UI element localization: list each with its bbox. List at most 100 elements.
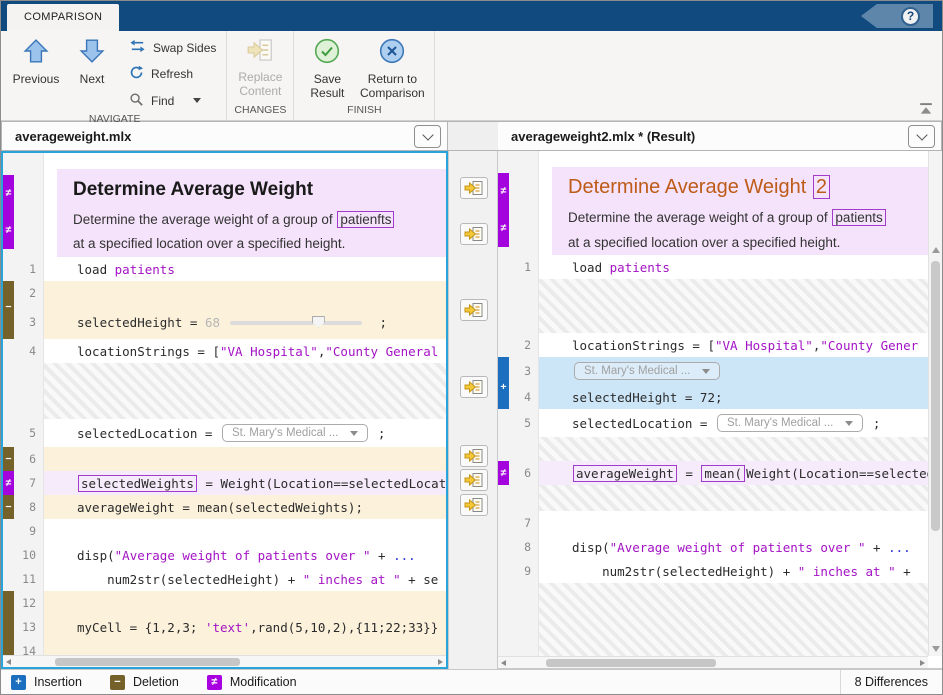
code-line[interactable]: 9	[3, 519, 446, 543]
diff-mark: −	[5, 502, 11, 513]
right-panel-menu-button[interactable]	[908, 125, 935, 148]
scrollbar-thumb[interactable]	[931, 261, 940, 531]
line-number: 5	[14, 419, 44, 447]
markdown-section[interactable]: ≠≠Determine Average WeightDetermine the …	[3, 169, 446, 257]
code-line[interactable]: 12	[3, 591, 446, 615]
code-line[interactable]: 4selectedHeight = 72;	[498, 385, 928, 409]
hatched-gap	[539, 485, 928, 511]
document-paragraph: at a specified location over a specified…	[568, 233, 912, 253]
code-line[interactable]: −8averageWeight = mean(selectedWeights);	[3, 495, 446, 519]
code-line[interactable]: 2locationStrings = ["VA Hospital","Count…	[498, 333, 928, 357]
line-number: 7	[509, 511, 539, 535]
help-icon: ?	[901, 7, 920, 26]
diff-mark-strip	[498, 279, 509, 333]
comparison-window: COMPARISON ? Previous Next	[0, 0, 943, 695]
line-number: 13	[14, 615, 44, 639]
diff-mark-strip	[3, 639, 14, 655]
diff-mark-strip	[3, 419, 14, 447]
code-line[interactable]: 10disp("Average weight of patients over …	[3, 543, 446, 567]
collapse-ribbon-button[interactable]	[919, 102, 933, 114]
statusbar: + Insertion − Deletion ≠ Modification 8 …	[1, 669, 942, 694]
code-text: "Average weight of patients over "	[610, 540, 866, 555]
code-line[interactable]: 9 num2str(selectedHeight) + " inches at …	[498, 559, 928, 583]
merge-change-button[interactable]	[460, 445, 488, 467]
merge-change-button[interactable]	[460, 223, 488, 245]
diff-mark-strip	[498, 409, 509, 437]
previous-button[interactable]: Previous	[8, 31, 64, 87]
code-line[interactable]: ≠6averageWeight = mean(Weight(Location==…	[498, 461, 928, 485]
comparison-area: ≠≠Determine Average WeightDetermine the …	[1, 151, 942, 669]
scroll-right-arrow-icon[interactable]	[438, 659, 443, 665]
find-dropdown-caret-icon[interactable]	[193, 98, 201, 103]
scroll-down-arrow-icon[interactable]	[932, 646, 940, 652]
code-line[interactable]: 5selectedLocation = St. Mary's Medical .…	[3, 419, 446, 447]
height-slider[interactable]	[230, 315, 362, 330]
hatched-gap	[539, 437, 928, 461]
horizontal-scrollbar[interactable]	[498, 656, 928, 668]
return-to-comparison-button[interactable]: Return to Comparison	[355, 31, 429, 100]
swap-sides-label: Swap Sides	[153, 41, 216, 55]
vertical-scrollbar[interactable]	[928, 151, 942, 656]
merge-change-button[interactable]	[460, 469, 488, 491]
markdown-section[interactable]: ≠≠Determine Average Weight 2Determine th…	[498, 167, 928, 255]
code-line[interactable]: −2	[3, 281, 446, 305]
location-dropdown[interactable]: St. Mary's Medical ...	[574, 362, 720, 380]
line-number	[509, 437, 539, 461]
scrollbar-thumb[interactable]	[55, 658, 240, 666]
code-line[interactable]: −6	[3, 447, 446, 471]
code-line[interactable]: +3St. Mary's Medical ...	[498, 357, 928, 385]
help-button[interactable]: ?	[861, 4, 933, 28]
code-line[interactable]: 13myCell = {1,2,3; 'text',rand(5,10,2),{…	[3, 615, 446, 639]
code-line[interactable]: ≠7selectedWeights = Weight(Location==sel…	[3, 471, 446, 495]
replace-content-icon	[247, 38, 273, 66]
location-dropdown[interactable]: St. Mary's Medical ...	[222, 424, 368, 442]
diff-mark-strip	[498, 511, 509, 535]
line-number: 8	[14, 495, 44, 519]
code-line[interactable]: 1load patients	[3, 257, 446, 281]
scroll-right-arrow-icon[interactable]	[920, 660, 925, 666]
save-result-button[interactable]: Save Result	[299, 31, 355, 100]
merge-change-button[interactable]	[460, 177, 488, 199]
left-panel-menu-button[interactable]	[414, 125, 441, 148]
line-number	[14, 153, 44, 169]
scroll-left-arrow-icon[interactable]	[501, 660, 506, 666]
line-number: 10	[14, 543, 44, 567]
scroll-up-arrow-icon[interactable]	[932, 247, 940, 253]
merge-change-button[interactable]	[460, 494, 488, 516]
merge-change-button[interactable]	[460, 299, 488, 321]
swap-sides-button[interactable]: Swap Sides	[126, 37, 219, 58]
horizontal-scrollbar[interactable]	[3, 655, 446, 667]
tab-comparison[interactable]: COMPARISON	[7, 4, 119, 31]
location-dropdown[interactable]: St. Mary's Medical ...	[717, 414, 863, 432]
code-line[interactable]: 5selectedLocation = St. Mary's Medical .…	[498, 409, 928, 437]
diff-mark: ≠	[6, 225, 12, 236]
code-text: at a specified location over a specified…	[568, 235, 840, 250]
arrow-down-icon	[79, 38, 105, 68]
line-content: disp("Average weight of patients over " …	[539, 535, 928, 559]
code-line[interactable]: 4locationStrings = ["VA Hospital","Count…	[3, 339, 446, 363]
refresh-button[interactable]: Refresh	[126, 64, 219, 85]
code-text: ;	[370, 426, 385, 441]
line-number	[509, 151, 539, 167]
diff-mark-strip	[498, 485, 509, 511]
replace-content-button[interactable]: Replace Content	[232, 31, 288, 98]
alignment-gap	[498, 583, 928, 656]
line-number: 7	[14, 471, 44, 495]
save-result-label: Save Result	[299, 73, 355, 101]
scroll-left-arrow-icon[interactable]	[6, 659, 11, 665]
code-line[interactable]: 7	[498, 511, 928, 535]
scrollbar-thumb[interactable]	[546, 659, 716, 667]
code-line[interactable]: 3selectedHeight = 68 ;	[3, 305, 446, 339]
code-line[interactable]: 1load patients	[498, 255, 928, 279]
left-file-title: averageweight.mlx	[15, 129, 131, 144]
changed-token: averageWeight	[573, 465, 677, 482]
chevron-down-icon	[422, 129, 433, 140]
finish-group-label: FINISH	[299, 102, 429, 120]
code-line[interactable]: 11 num2str(selectedHeight) + " inches at…	[3, 567, 446, 591]
line-number: 9	[14, 519, 44, 543]
code-line[interactable]: 14	[3, 639, 446, 655]
find-button[interactable]: Find	[126, 90, 219, 111]
next-button[interactable]: Next	[64, 31, 120, 87]
code-line[interactable]: 8disp("Average weight of patients over "…	[498, 535, 928, 559]
merge-change-button[interactable]	[460, 376, 488, 398]
